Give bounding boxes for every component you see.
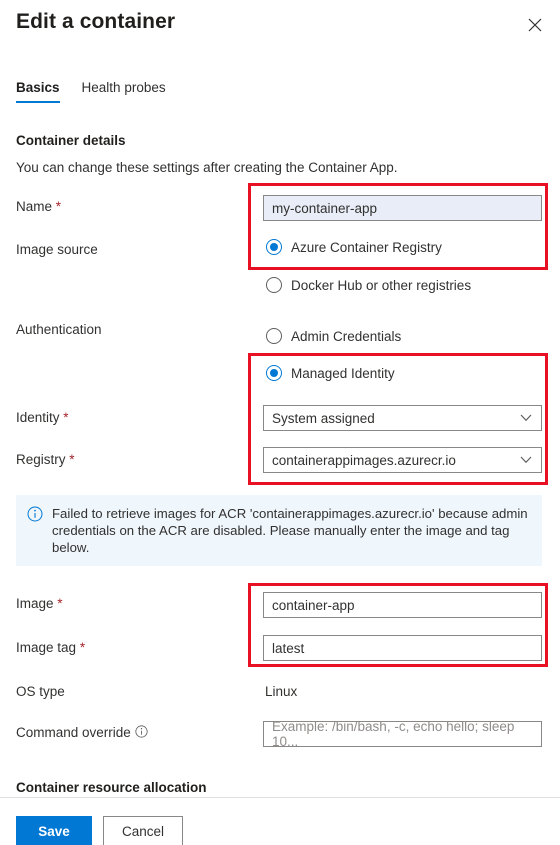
page-title: Edit a container bbox=[16, 10, 176, 33]
radio-dot-icon bbox=[266, 328, 282, 344]
container-details-heading: Container details bbox=[16, 133, 126, 148]
acr-info-banner: Failed to retrieve images for ACR 'conta… bbox=[16, 495, 542, 566]
tab-list: Basics Health probes bbox=[16, 80, 166, 103]
registry-label: Registry * bbox=[16, 452, 75, 467]
image-tag-label: Image tag * bbox=[16, 640, 86, 655]
info-circle-icon[interactable] bbox=[135, 725, 148, 738]
image-label: Image * bbox=[16, 596, 63, 611]
registry-value: containerappimages.azurecr.io bbox=[272, 452, 456, 468]
name-label: Name * bbox=[16, 199, 62, 214]
cancel-button[interactable]: Cancel bbox=[103, 816, 183, 845]
container-resource-allocation-heading: Container resource allocation bbox=[16, 780, 207, 795]
radio-dot-icon bbox=[266, 239, 282, 255]
info-circle-icon bbox=[27, 506, 43, 522]
radio-managed-identity[interactable]: Managed Identity bbox=[266, 365, 395, 381]
radio-admin-credentials[interactable]: Admin Credentials bbox=[266, 328, 401, 344]
name-input[interactable]: my-container-app bbox=[263, 195, 542, 221]
container-details-description: You can change these settings after crea… bbox=[16, 160, 398, 175]
image-tag-input[interactable]: latest bbox=[263, 635, 542, 661]
chevron-down-icon bbox=[519, 453, 533, 467]
close-icon[interactable] bbox=[522, 12, 548, 38]
command-override-label: Command override bbox=[16, 725, 148, 740]
os-type-value: Linux bbox=[265, 684, 298, 699]
tab-health-probes[interactable]: Health probes bbox=[82, 80, 166, 103]
authentication-label: Authentication bbox=[16, 322, 102, 337]
footer-divider bbox=[0, 797, 560, 798]
identity-value: System assigned bbox=[272, 410, 375, 426]
radio-azure-container-registry[interactable]: Azure Container Registry bbox=[266, 239, 442, 255]
save-button[interactable]: Save bbox=[16, 816, 92, 845]
radio-dot-icon bbox=[266, 277, 282, 293]
os-type-label: OS type bbox=[16, 684, 65, 699]
tab-basics[interactable]: Basics bbox=[16, 80, 60, 103]
chevron-down-icon bbox=[519, 411, 533, 425]
image-source-label: Image source bbox=[16, 242, 98, 257]
radio-dot-icon bbox=[266, 365, 282, 381]
identity-dropdown[interactable]: System assigned bbox=[263, 405, 542, 431]
acr-info-banner-text: Failed to retrieve images for ACR 'conta… bbox=[52, 506, 528, 555]
registry-dropdown[interactable]: containerappimages.azurecr.io bbox=[263, 447, 542, 473]
image-input[interactable]: container-app bbox=[263, 592, 542, 618]
identity-label: Identity * bbox=[16, 410, 69, 425]
command-override-input[interactable]: Example: /bin/bash, -c, echo hello; slee… bbox=[263, 719, 542, 749]
edit-container-panel: Edit a container Basics Health probes Co… bbox=[0, 0, 560, 845]
radio-docker-hub[interactable]: Docker Hub or other registries bbox=[266, 277, 471, 293]
